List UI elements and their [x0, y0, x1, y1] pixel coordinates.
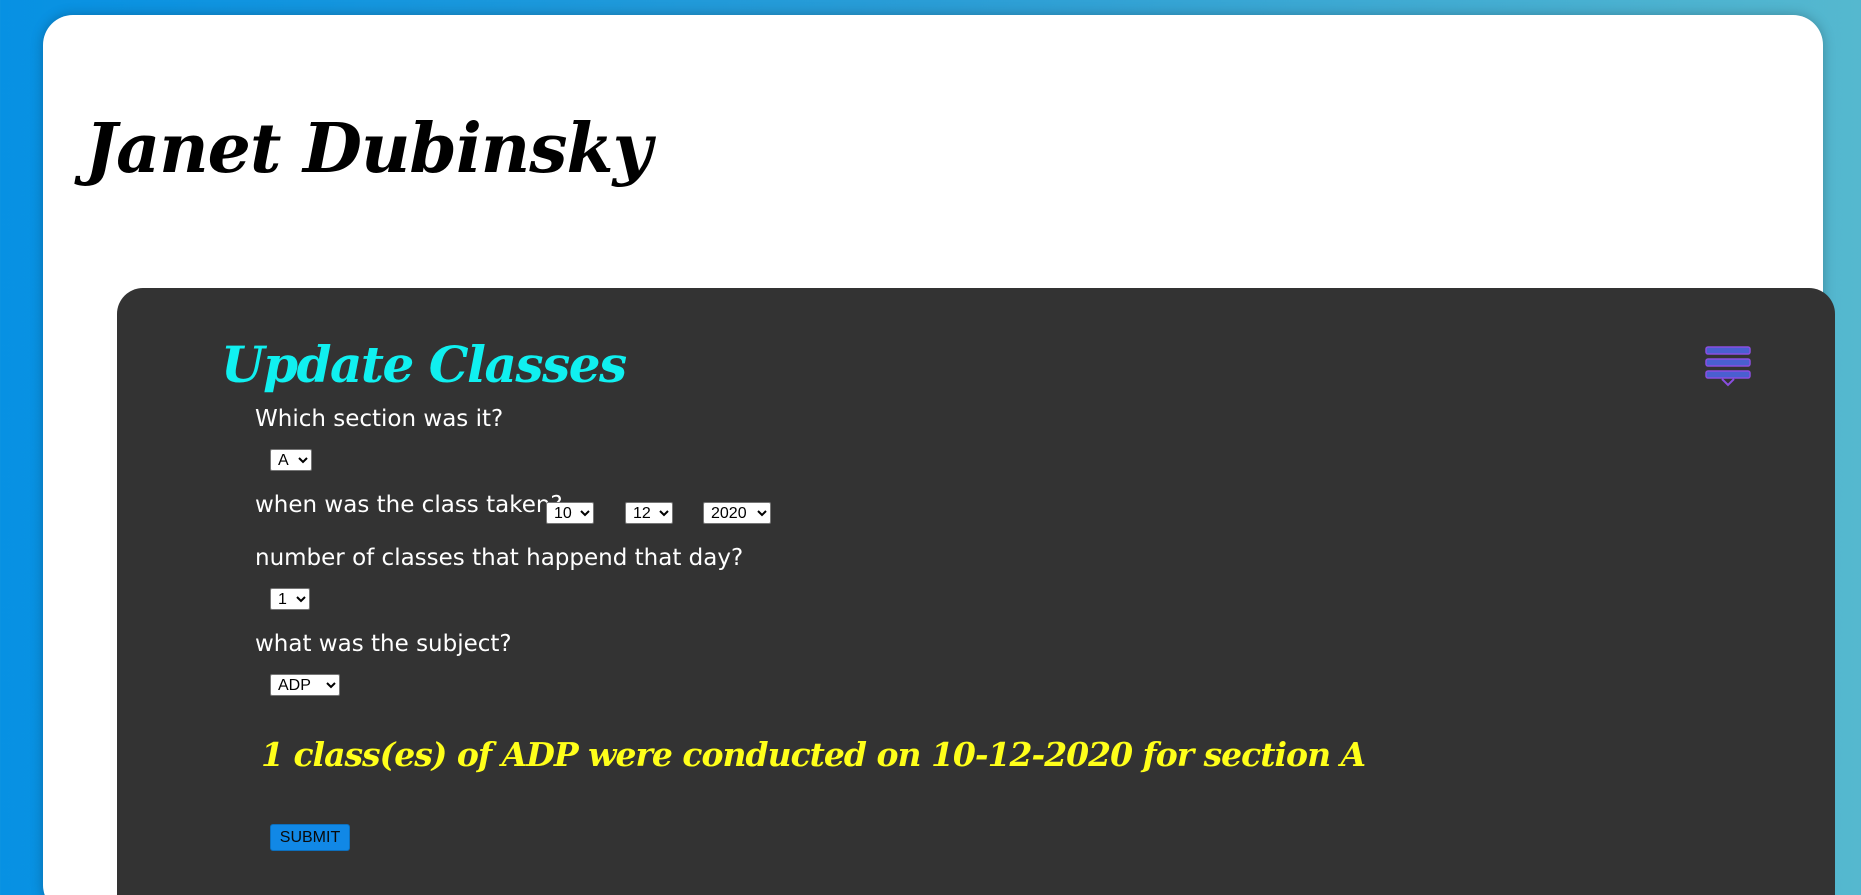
submit-button[interactable]: SUBMIT: [270, 824, 350, 851]
date-question: when was the class taken?: [255, 492, 563, 518]
owner-name: Janet Dubinsky: [85, 109, 652, 189]
update-classes-panel: Update Classes Which section was it? A w…: [117, 288, 1835, 895]
count-select[interactable]: 1: [270, 588, 310, 610]
panel-title: Update Classes: [221, 335, 627, 394]
year-select[interactable]: 2020: [703, 502, 771, 524]
day-select[interactable]: 10: [546, 502, 594, 524]
subject-select[interactable]: ADP: [270, 674, 340, 696]
subject-question: what was the subject?: [255, 631, 512, 657]
menu-icon[interactable]: [1705, 346, 1751, 388]
section-select[interactable]: A: [270, 449, 312, 471]
section-question: Which section was it?: [255, 406, 504, 432]
summary-message: 1 class(es) of ADP were conducted on 10-…: [261, 735, 1366, 774]
main-card: Janet Dubinsky Update Classes Which sect…: [43, 15, 1835, 895]
month-select[interactable]: 12: [625, 502, 673, 524]
count-question: number of classes that happend that day?: [255, 545, 744, 571]
